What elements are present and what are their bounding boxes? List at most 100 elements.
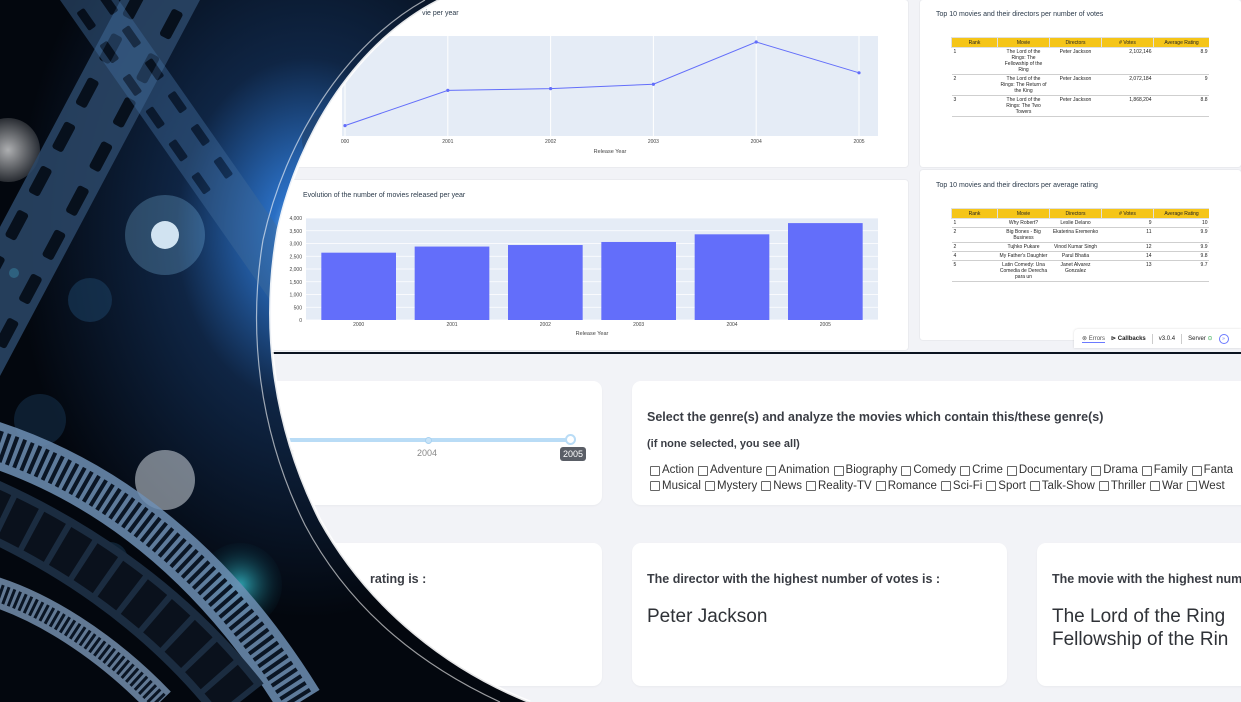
year-range-slider-handle[interactable] [565, 434, 576, 445]
genre-row: Action Adventure Animation Biography Comedy C… [650, 464, 1241, 480]
genre-option-drama[interactable]: Drama [1091, 464, 1138, 477]
bar-y-tick-label: 0 [299, 318, 302, 324]
genre-option-thriller[interactable]: Thriller [1098, 480, 1146, 493]
genre-option-action[interactable]: Action [650, 464, 694, 477]
table-cell-rating: 10 [1153, 218, 1209, 228]
genre-option-romance[interactable]: Romance [875, 480, 937, 493]
kpi-movie-value-line1: The Lord of the Ring [1052, 606, 1226, 627]
table-header-cell[interactable]: Rank [951, 37, 998, 48]
table-header-cell[interactable]: Average Rating [1153, 37, 1209, 48]
genre-option-war[interactable]: War [1150, 480, 1183, 493]
genre-option-west[interactable]: West [1186, 480, 1225, 493]
line-point [343, 124, 347, 128]
genre-checkbox[interactable] [704, 481, 715, 491]
genre-checkbox[interactable] [697, 465, 708, 476]
genre-checkbox[interactable] [650, 481, 660, 491]
genre-checkbox[interactable] [1186, 481, 1197, 491]
genre-checkbox[interactable] [1141, 465, 1152, 476]
genre-checkbox[interactable] [986, 481, 997, 491]
bar [321, 252, 396, 320]
table-cell-director: Parul Bhatia [1049, 251, 1102, 261]
genre-option-reality-tv[interactable]: Reality-TV [806, 480, 872, 493]
devtools-toggle-icon[interactable]: » [1218, 333, 1229, 344]
bar [601, 241, 676, 320]
genre-option-sport[interactable]: Sport [986, 480, 1026, 493]
genre-option-sci-fi[interactable]: Sci-Fi [940, 479, 983, 493]
table-header-cell[interactable]: Directors [1049, 37, 1102, 48]
table-cell-rating: 9.8 [1153, 251, 1209, 261]
table-row: 2 The Lord of the Rings: The Return of th… [951, 74, 1209, 96]
top-dashboard-screenshot: vie per year 000 2001 2002 2003 2004 2005 Rele… [272, 0, 1241, 354]
genre-checkbox[interactable] [1029, 481, 1040, 491]
genre-label: Adventure [709, 464, 763, 476]
genre-checkbox[interactable] [1006, 465, 1017, 476]
line-point [651, 82, 655, 86]
genre-checkbox[interactable] [650, 465, 660, 476]
genre-label: Family [1153, 464, 1188, 476]
table-row: 2 Big Bones - Big Business Ekaterina Ereme… [951, 227, 1209, 243]
table-header-cell[interactable]: # Votes [1101, 208, 1154, 219]
genre-checkbox[interactable] [766, 465, 777, 476]
kpi-rating-title: rating is : [370, 572, 427, 586]
genre-checkbox[interactable] [1150, 481, 1160, 491]
line-point [754, 40, 758, 44]
genre-label: War [1162, 479, 1183, 492]
table-row: 5 Latin Comedy: Una Comedia de Derecha pa… [951, 260, 1209, 282]
genre-checkbox[interactable] [761, 481, 772, 491]
genre-option-talk-show[interactable]: Talk-Show [1029, 480, 1095, 493]
genre-option-crime[interactable]: Crime [960, 464, 1003, 477]
genre-checkbox[interactable] [875, 481, 886, 491]
genre-option-news[interactable]: News [761, 480, 802, 493]
genre-checkbox[interactable] [833, 465, 844, 476]
genre-option-comedy[interactable]: Comedy [901, 464, 956, 477]
genre-option-biography[interactable]: Biography [833, 464, 897, 477]
devtools-callbacks-button[interactable]: ⊳ Callbacks [1111, 335, 1146, 342]
bar [508, 245, 583, 320]
genre-option-documentary[interactable]: Documentary [1006, 464, 1087, 477]
table-cell-director: Peter Jackson [1049, 95, 1102, 117]
bar-x-tick-label: 2005 [820, 322, 831, 328]
table-header-cell[interactable]: Average Rating [1153, 208, 1209, 219]
table-cell-rating: 9 [1153, 74, 1209, 96]
bar-x-tick-label: 2000 [353, 322, 364, 328]
table-header-cell[interactable]: Directors [1049, 208, 1102, 219]
table-row: 3 The Lord of the Rings: The Two Towers Pe… [951, 95, 1209, 117]
bar [788, 223, 863, 320]
devtools-server-status: Server ⊙ [1188, 335, 1212, 342]
genre-checkbox[interactable] [960, 465, 971, 476]
table-cell-movie: The Lord of the Rings: The Two Towers [997, 95, 1050, 117]
line-chart: 000 2001 2002 2003 2004 2005 Release Year [341, 36, 878, 155]
table-cell-rank: 3 [951, 95, 998, 117]
table-cell-movie: The Lord of the Rings: The Fellowship of… [997, 47, 1050, 75]
table-row: 2 Tujhko Pukare Vinod Kumar Singh 12 9.9 [951, 242, 1209, 252]
genre-option-fanta[interactable]: Fanta [1191, 464, 1233, 477]
table-cell-rank: 2 [951, 227, 998, 243]
genre-label: Sci-Fi [952, 479, 983, 492]
check-circle-icon: ⊙ [1207, 336, 1213, 342]
genre-checkbox[interactable] [1191, 465, 1202, 476]
table-header-cell[interactable]: Rank [951, 208, 998, 219]
genre-option-musical[interactable]: Musical [650, 480, 701, 493]
genre-checkbox[interactable] [1098, 481, 1109, 491]
kpi-director-title: The director with the highest number of … [647, 572, 941, 586]
genre-option-animation[interactable]: Animation [766, 464, 830, 477]
genre-checkbox[interactable] [806, 481, 816, 491]
genre-option-mystery[interactable]: Mystery [704, 480, 757, 493]
table-cell-director: Janet Alvarez Gonzalez [1049, 260, 1102, 282]
line-x-tick-label: 2005 [853, 139, 864, 145]
table-header-cell[interactable]: Movie [997, 37, 1050, 48]
kpi-rating-card [240, 543, 602, 686]
genre-checkbox[interactable] [1091, 465, 1102, 476]
table-cell-director: Leslie Delano [1049, 218, 1102, 228]
table-cell-votes: 2,102,146 [1101, 47, 1154, 75]
devtools-errors-button[interactable]: ⊗ Errors [1082, 335, 1106, 343]
genre-filter-title: Select the genre(s) and analyze the movi… [647, 410, 1104, 424]
table-header-cell[interactable]: # Votes [1101, 37, 1154, 48]
kpi-director-value: Peter Jackson [647, 606, 768, 627]
genre-option-adventure[interactable]: Adventure [697, 464, 763, 477]
genre-option-family[interactable]: Family [1141, 464, 1188, 477]
table-header-cell[interactable]: Movie [997, 208, 1050, 219]
genre-checkbox[interactable] [940, 481, 951, 491]
genre-label: Action [662, 464, 694, 476]
genre-checkbox[interactable] [901, 465, 912, 476]
